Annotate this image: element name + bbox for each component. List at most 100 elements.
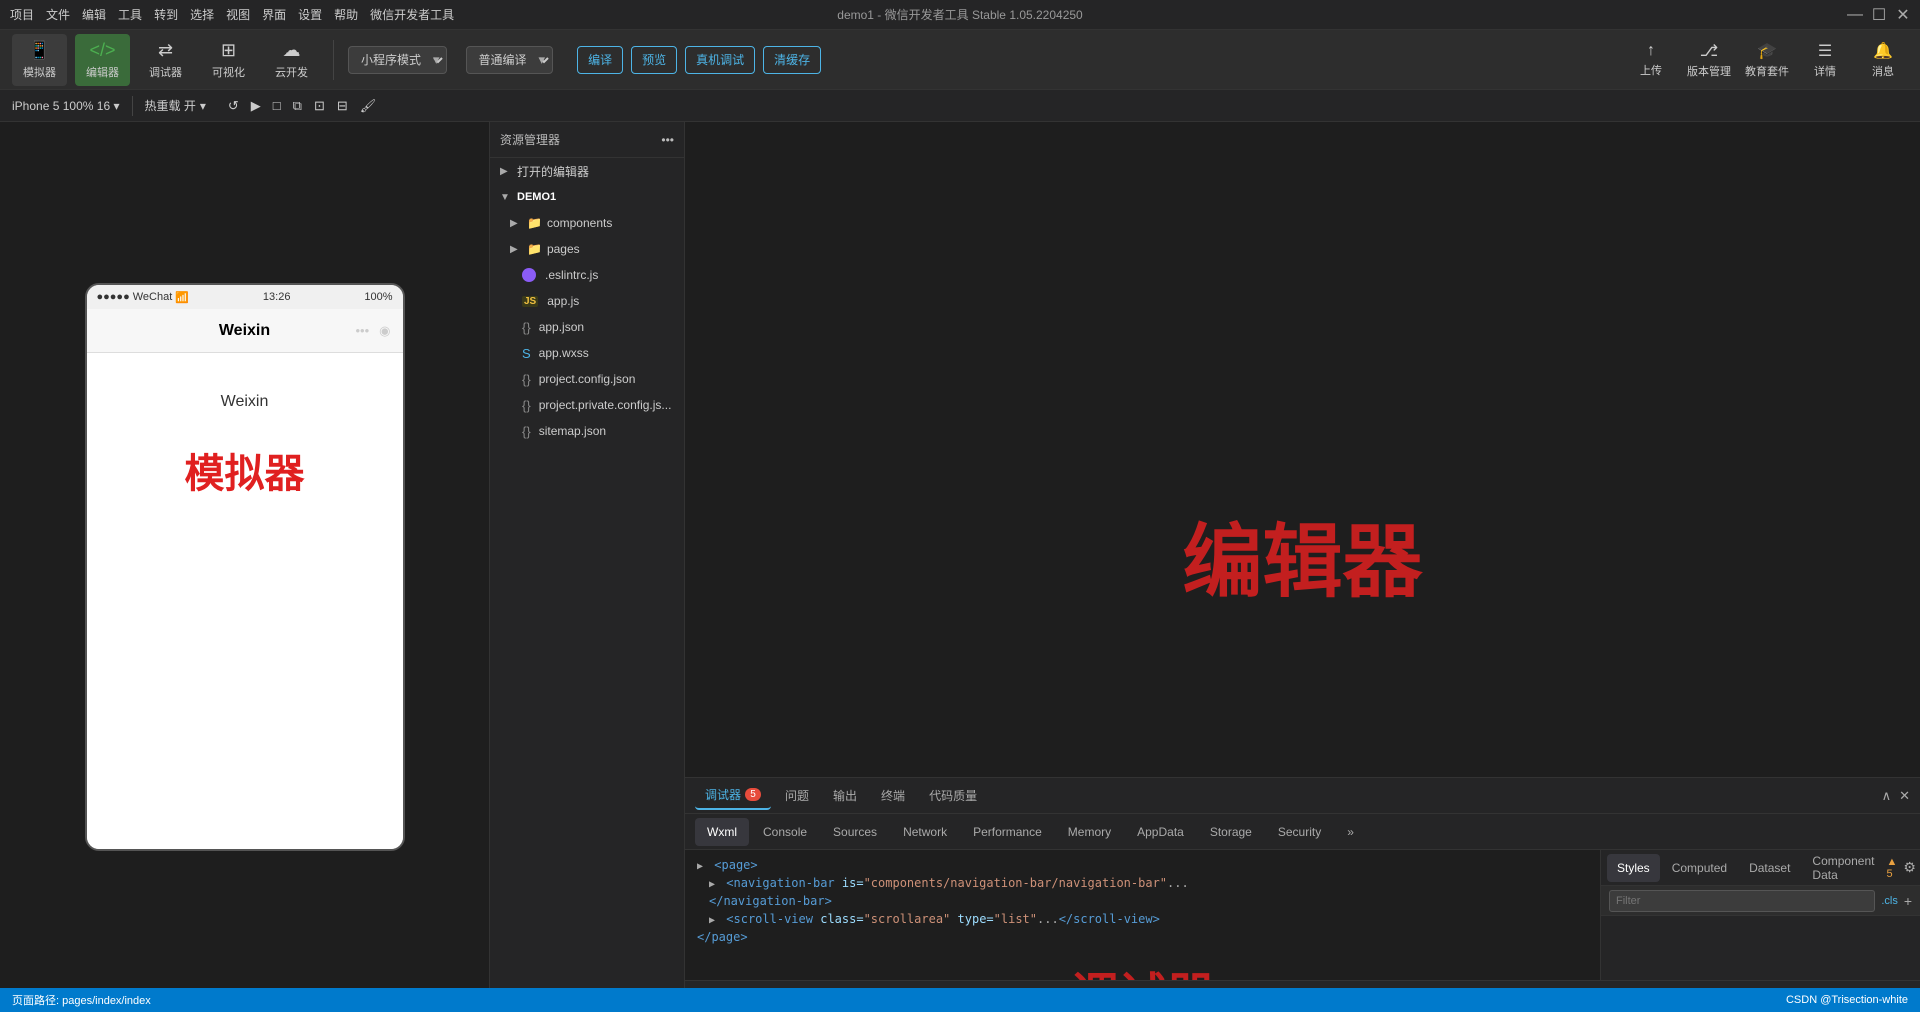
style-tab-computed[interactable]: Computed bbox=[1662, 854, 1737, 882]
inner-tab-network[interactable]: Network bbox=[891, 818, 959, 846]
tab-debugger[interactable]: 调试器 5 bbox=[695, 782, 771, 810]
minimize-button[interactable]: — bbox=[1848, 8, 1862, 22]
components-folder[interactable]: ▶ 📁 components bbox=[490, 210, 684, 236]
xml-line-3[interactable]: ▶ <scroll-view class="scrollarea" type="… bbox=[685, 910, 1600, 928]
cls-button[interactable]: .cls bbox=[1881, 895, 1898, 907]
appwxss-file[interactable]: S app.wxss bbox=[490, 340, 684, 366]
tab-output[interactable]: 输出 bbox=[823, 782, 867, 810]
inner-tab-network-label: Network bbox=[903, 825, 947, 839]
debugger-tool-button[interactable]: ⇄ 调试器 bbox=[138, 34, 193, 86]
mode-select[interactable]: 小程序模式 bbox=[348, 46, 447, 74]
clearstore-button[interactable]: 清缓存 bbox=[763, 46, 821, 74]
cloud-tool-button[interactable]: ☁ 云开发 bbox=[264, 34, 319, 86]
phone-record-btn[interactable]: ◉ bbox=[379, 323, 390, 339]
xml-line-2[interactable]: </navigation-bar> bbox=[685, 892, 1600, 910]
style-tab-styles[interactable]: Styles bbox=[1607, 854, 1660, 882]
wifi-icon: 📶 bbox=[175, 291, 189, 304]
gear-icon[interactable]: ⚙ bbox=[1903, 859, 1916, 876]
device-selector[interactable]: iPhone 5 100% 16 ▾ bbox=[12, 99, 120, 113]
toolbar-divider-1 bbox=[333, 40, 334, 80]
appjs-file[interactable]: JS app.js bbox=[490, 288, 684, 314]
xml-line-4[interactable]: </page> bbox=[685, 928, 1600, 946]
sim-bar-divider bbox=[132, 96, 133, 116]
inner-tab-security[interactable]: Security bbox=[1266, 818, 1333, 846]
upload-button[interactable]: ↑ 上传 bbox=[1626, 42, 1676, 78]
appwxss-label: app.wxss bbox=[539, 346, 589, 360]
maximize-button[interactable]: ☐ bbox=[1872, 8, 1886, 22]
eslintrc-file[interactable]: .eslintrc.js bbox=[490, 262, 684, 288]
inner-tab-security-label: Security bbox=[1278, 825, 1321, 839]
upload-icon: ↑ bbox=[1647, 42, 1655, 60]
debugger-close-icon[interactable]: ✕ bbox=[1899, 788, 1910, 804]
realtest-button[interactable]: 真机调试 bbox=[685, 46, 755, 74]
hotreload-toggle[interactable]: 热重载 开 ▾ bbox=[145, 97, 206, 114]
chevron-down-icon[interactable]: ▾ bbox=[113, 99, 119, 113]
menu-devtools[interactable]: 微信开发者工具 bbox=[370, 6, 454, 23]
style-tab-dataset[interactable]: Dataset bbox=[1739, 854, 1800, 882]
projectconfig-file[interactable]: {} project.config.json bbox=[490, 366, 684, 392]
inner-tab-appdata-label: AppData bbox=[1137, 825, 1184, 839]
inner-tab-console[interactable]: Console bbox=[751, 818, 819, 846]
inner-tab-storage[interactable]: Storage bbox=[1198, 818, 1264, 846]
menu-goto[interactable]: 转到 bbox=[154, 6, 178, 23]
menu-settings[interactable]: 设置 bbox=[298, 6, 322, 23]
menu-edit[interactable]: 编辑 bbox=[82, 6, 106, 23]
message-button[interactable]: 🔔 消息 bbox=[1858, 41, 1908, 79]
education-button[interactable]: 🎓 教育套件 bbox=[1742, 41, 1792, 79]
menu-interface[interactable]: 界面 bbox=[262, 6, 286, 23]
inner-tab-appdata[interactable]: AppData bbox=[1125, 818, 1196, 846]
inner-tab-memory[interactable]: Memory bbox=[1056, 818, 1123, 846]
xml-val-3a: "scrollarea" bbox=[864, 912, 951, 926]
xml-val-3b: "list" bbox=[994, 912, 1037, 926]
tab-codequality[interactable]: 代码质量 bbox=[919, 782, 987, 810]
device-name: iPhone 5 bbox=[12, 99, 59, 113]
compile-select[interactable]: 普通编译 bbox=[466, 46, 553, 74]
inner-tab-more[interactable]: » bbox=[1335, 818, 1366, 846]
window-controls[interactable]: — ☐ ✕ bbox=[1848, 8, 1910, 22]
xml-line-0[interactable]: ▶ <page> bbox=[685, 856, 1600, 874]
menu-help[interactable]: 帮助 bbox=[334, 6, 358, 23]
menu-project[interactable]: 项目 bbox=[10, 6, 34, 23]
phone-icon[interactable]: □ bbox=[273, 98, 281, 113]
tab-terminal[interactable]: 终端 bbox=[871, 782, 915, 810]
copy-icon[interactable]: ⊟ bbox=[337, 98, 348, 114]
simulator-tool-button[interactable]: 📱 模拟器 bbox=[12, 34, 67, 86]
demo1-section[interactable]: ▼ DEMO1 bbox=[490, 184, 684, 210]
phone-menu-dots[interactable]: ••• bbox=[356, 323, 370, 338]
style-filter-input[interactable] bbox=[1609, 890, 1875, 912]
projectprivate-file[interactable]: {} project.private.config.js... bbox=[490, 392, 684, 418]
style-tab-computed-label: Computed bbox=[1672, 861, 1727, 875]
inner-tab-sources[interactable]: Sources bbox=[821, 818, 889, 846]
menu-select[interactable]: 选择 bbox=[190, 6, 214, 23]
style-add-icon[interactable]: + bbox=[1904, 893, 1912, 909]
pages-folder[interactable]: ▶ 📁 pages bbox=[490, 236, 684, 262]
xml-line-1[interactable]: ▶ <navigation-bar is="components/navigat… bbox=[685, 874, 1600, 892]
menu-bar[interactable]: 项目 文件 编辑 工具 转到 选择 视图 界面 设置 帮助 微信开发者工具 bbox=[10, 6, 454, 23]
phone-signal: ●●●●● WeChat 📶 bbox=[97, 291, 189, 304]
duplicate-icon[interactable]: ⧉ bbox=[293, 98, 302, 114]
menu-view[interactable]: 视图 bbox=[226, 6, 250, 23]
tab-issues[interactable]: 问题 bbox=[775, 782, 819, 810]
menu-file[interactable]: 文件 bbox=[46, 6, 70, 23]
open-editors-section[interactable]: ▶ 打开的编辑器 bbox=[490, 158, 684, 184]
inner-tab-performance[interactable]: Performance bbox=[961, 818, 1054, 846]
preview-button[interactable]: 预览 bbox=[631, 46, 677, 74]
menu-tools[interactable]: 工具 bbox=[118, 6, 142, 23]
sitemap-file[interactable]: {} sitemap.json bbox=[490, 418, 684, 444]
close-button[interactable]: ✕ bbox=[1896, 8, 1910, 22]
style-tab-componentdata[interactable]: Component Data bbox=[1802, 854, 1884, 882]
paint-icon[interactable]: 🖌 bbox=[360, 98, 377, 114]
detail-button[interactable]: ☰ 详情 bbox=[1800, 41, 1850, 79]
appjson-file[interactable]: {} app.json bbox=[490, 314, 684, 340]
inner-tab-wxml[interactable]: Wxml bbox=[695, 818, 749, 846]
compile-button[interactable]: 编译 bbox=[577, 46, 623, 74]
editor-tool-button[interactable]: </> 编辑器 bbox=[75, 34, 130, 86]
version-button[interactable]: ⎇ 版本管理 bbox=[1684, 41, 1734, 79]
play-icon[interactable]: ▶ bbox=[251, 98, 261, 114]
file-panel-more-icon[interactable]: ••• bbox=[661, 133, 674, 147]
screenshot-tool-icon[interactable]: ⊡ bbox=[314, 98, 325, 114]
visualize-tool-button[interactable]: ⊞ 可视化 bbox=[201, 34, 256, 86]
chevron-up-icon[interactable]: ∧ bbox=[1882, 788, 1892, 804]
simulator-label: 模拟器 bbox=[23, 64, 56, 80]
refresh-icon[interactable]: ↺ bbox=[228, 98, 239, 114]
